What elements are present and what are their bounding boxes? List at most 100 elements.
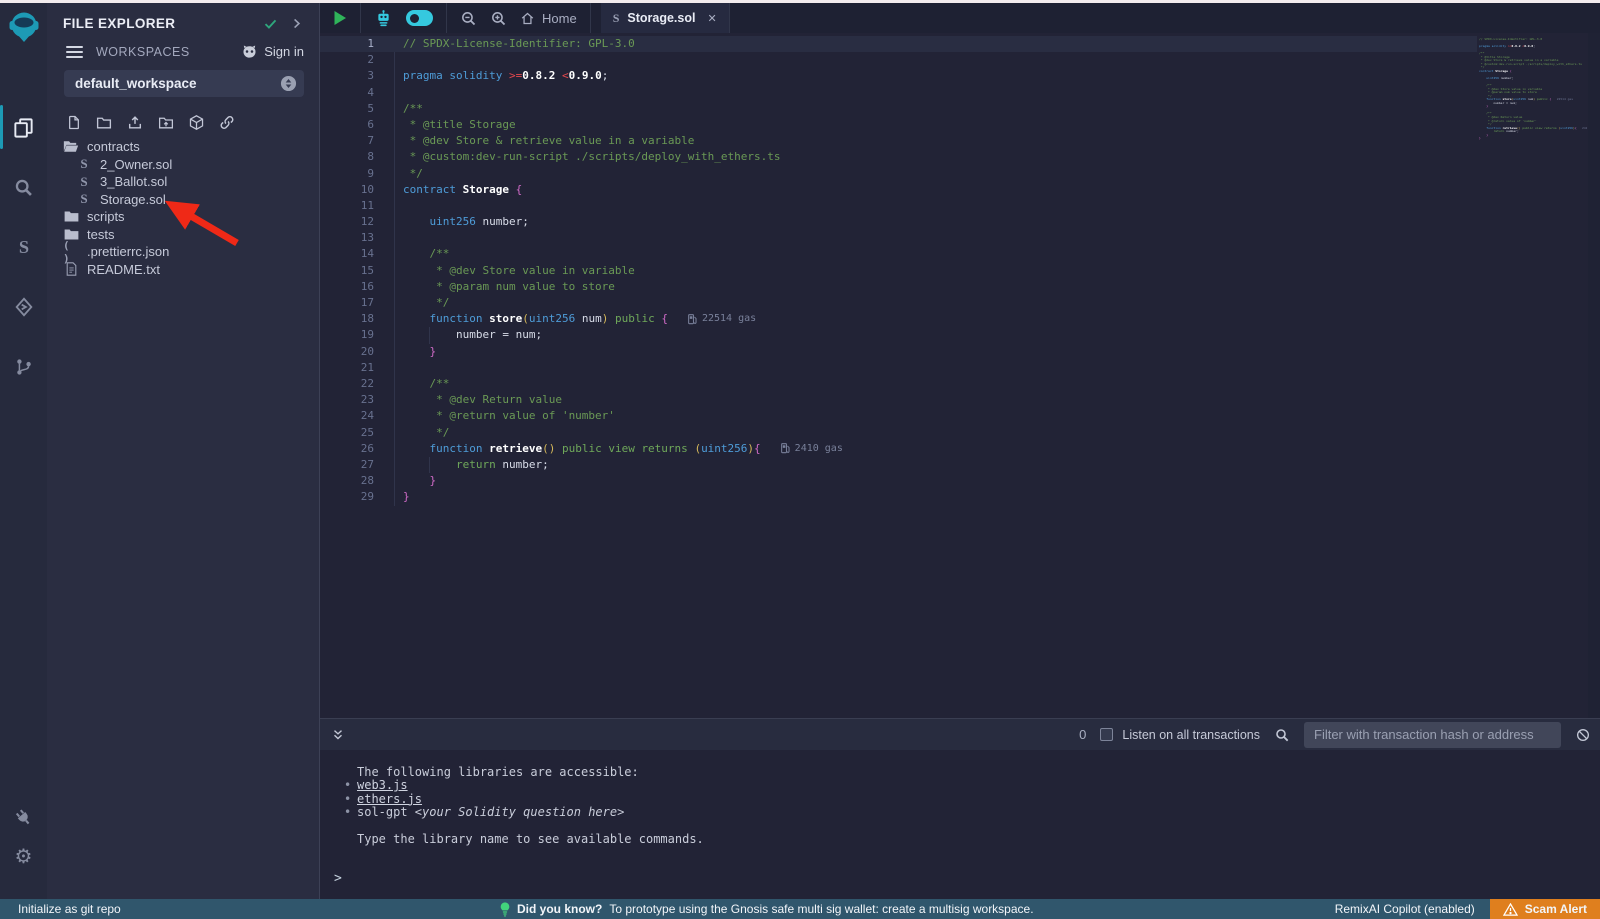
sidebar-item-git[interactable] [0, 337, 47, 397]
line-number: 8 [320, 149, 374, 165]
gas-estimate-badge: 2410 gas [781, 441, 843, 457]
sidebar-item-search[interactable] [0, 157, 47, 217]
collapse-terminal-icon[interactable] [331, 728, 345, 742]
tree-item-Storage.sol[interactable]: SStorage.sol [47, 191, 319, 209]
tree-item-scripts[interactable]: scripts [47, 208, 319, 226]
line-number: 21 [320, 360, 374, 376]
listen-checkbox[interactable] [1100, 728, 1113, 741]
cube-icon[interactable] [188, 114, 205, 131]
code-text: */ [403, 295, 449, 311]
code-editor[interactable]: 1// SPDX-License-Identifier: GPL-3.023pr… [320, 33, 1600, 718]
line-number: 7 [320, 133, 374, 149]
terminal-link-web3.js[interactable]: web3.js [357, 778, 408, 791]
code-text: * @dev Return value [403, 392, 562, 408]
code-line-5[interactable]: 5/** [320, 101, 1477, 117]
zoom-home-section: Home [447, 3, 591, 33]
chevron-right-icon[interactable] [290, 17, 303, 30]
code-line-12[interactable]: 12 uint256 number; [320, 214, 1477, 230]
code-line-17[interactable]: 17 */ [320, 295, 1477, 311]
code-line-8[interactable]: 8 * @custom:dev-run-script ./scripts/dep… [320, 149, 1477, 165]
code-line-10[interactable]: 10contract Storage { [320, 182, 1477, 198]
upload-file-icon[interactable] [126, 114, 144, 131]
editor-scrollbar[interactable] [1588, 33, 1600, 718]
terminal-prompt[interactable]: > [334, 871, 342, 886]
tree-item-label: 2_Owner.sol [100, 157, 172, 172]
code-line-13[interactable]: 13 [320, 230, 1477, 246]
tree-item-contracts[interactable]: contracts [47, 138, 319, 156]
scam-alert-button[interactable]: Scam Alert [1490, 899, 1600, 919]
sidebar-item-file-explorer[interactable] [0, 97, 47, 157]
code-line-21[interactable]: 21 [320, 360, 1477, 376]
editor-toolbar: Home S Storage.sol ✕ [320, 3, 1600, 33]
new-file-icon[interactable] [66, 114, 82, 131]
terminal-search-icon[interactable] [1274, 727, 1290, 743]
code-line-25[interactable]: 25 */ [320, 425, 1477, 441]
git-init-button[interactable]: Initialize as git repo [18, 902, 121, 916]
copilot-status[interactable]: RemixAI Copilot (enabled) [1335, 902, 1475, 916]
sidebar-item-deploy-run[interactable] [0, 277, 47, 337]
sidebar-item-solidity-compiler[interactable]: S [0, 217, 47, 277]
terminal-link-ethers.js[interactable]: ethers.js [357, 792, 422, 805]
tab-storage-sol[interactable]: S Storage.sol ✕ [601, 3, 730, 33]
code-line-11[interactable]: 11 [320, 198, 1477, 214]
workspaces-menu-icon[interactable] [66, 46, 83, 58]
transaction-filter-input[interactable] [1304, 722, 1561, 748]
ai-copilot-icon[interactable] [374, 9, 393, 28]
link-icon[interactable] [218, 114, 236, 131]
tree-item-label: scripts [87, 209, 125, 224]
zoom-in-icon[interactable] [490, 10, 507, 27]
sidebar-item-plugin-manager[interactable] [0, 797, 47, 837]
code-line-19[interactable]: 19 number = num; [320, 327, 1477, 343]
code-text: } [403, 489, 410, 505]
code-line-26[interactable]: 26 function retrieve() public view retur… [320, 441, 1477, 457]
status-bar-right: RemixAI Copilot (enabled) Scam Alert [1335, 899, 1600, 919]
sign-in-button[interactable]: Sign in [241, 44, 304, 59]
code-line-7[interactable]: 7 * @dev Store & retrieve value in a var… [320, 133, 1477, 149]
sidebar-item-settings[interactable]: ⚙ [0, 837, 47, 877]
tree-item-3_Ballot.sol[interactable]: S3_Ballot.sol [47, 173, 319, 191]
code-line-15[interactable]: 15 * @dev Store value in variable [320, 263, 1477, 279]
tab-close-icon[interactable]: ✕ [707, 12, 716, 25]
code-line-9[interactable]: 9 */ [320, 166, 1477, 182]
tree-item-tests[interactable]: tests [47, 226, 319, 244]
code-line-29[interactable]: 29} [320, 489, 1477, 505]
code-line-14[interactable]: 14 /** [320, 246, 1477, 262]
folder-icon [63, 210, 79, 223]
editor-minimap[interactable]: // SPDX-License-Identifier: GPL-3.0pragm… [1479, 38, 1587, 141]
code-line-1[interactable]: 1// SPDX-License-Identifier: GPL-3.0 [320, 36, 1477, 52]
tree-item-.prettierrc.json[interactable]: ( ).prettierrc.json [47, 243, 319, 261]
workspace-name: default_workspace [75, 76, 280, 91]
code-text: /** [403, 246, 449, 262]
code-line-2[interactable]: 2 [320, 52, 1477, 68]
terminal-output[interactable]: The following libraries are accessible:•… [320, 750, 1600, 899]
code-line-4[interactable]: 4 [320, 85, 1477, 101]
remix-logo-icon[interactable] [7, 10, 41, 44]
new-folder-icon[interactable] [95, 114, 113, 131]
code-line-27[interactable]: 27 return number; [320, 457, 1477, 473]
tree-item-2_Owner.sol[interactable]: S2_Owner.sol [47, 156, 319, 174]
listen-all-transactions[interactable]: Listen on all transactions [1100, 728, 1260, 742]
code-line-23[interactable]: 23 * @dev Return value [320, 392, 1477, 408]
upload-folder-icon[interactable] [157, 114, 175, 131]
workspace-select[interactable]: default_workspace [64, 70, 304, 97]
code-line-24[interactable]: 24 * @return value of 'number' [320, 408, 1477, 424]
code-line-28[interactable]: 28 } [320, 473, 1477, 489]
tree-item-README.txt[interactable]: README.txt [47, 261, 319, 279]
deploy-run-icon [13, 296, 35, 318]
zoom-out-icon[interactable] [460, 10, 477, 27]
run-script-button[interactable] [333, 10, 347, 26]
code-text: * @custom:dev-run-script ./scripts/deplo… [403, 149, 781, 165]
code-line-6[interactable]: 6 * @title Storage [320, 117, 1477, 133]
code-line-20[interactable]: 20 } [320, 344, 1477, 360]
tip-title: Did you know? [517, 902, 602, 916]
clear-console-icon[interactable] [1575, 727, 1591, 743]
ai-copilot-toggle[interactable] [406, 10, 433, 26]
code-line-18[interactable]: 18 function store(uint256 num) public {2… [320, 311, 1477, 327]
terminal-line: Type the library name to see available c… [344, 832, 1600, 845]
code-line-3[interactable]: 3pragma solidity >=0.8.2 <0.9.0; [320, 68, 1477, 84]
code-line-22[interactable]: 22 /** [320, 376, 1477, 392]
tab-home[interactable]: Home [520, 11, 577, 26]
line-number: 28 [320, 473, 374, 489]
code-line-16[interactable]: 16 * @param num value to store [320, 279, 1477, 295]
text-file-icon [63, 262, 79, 276]
